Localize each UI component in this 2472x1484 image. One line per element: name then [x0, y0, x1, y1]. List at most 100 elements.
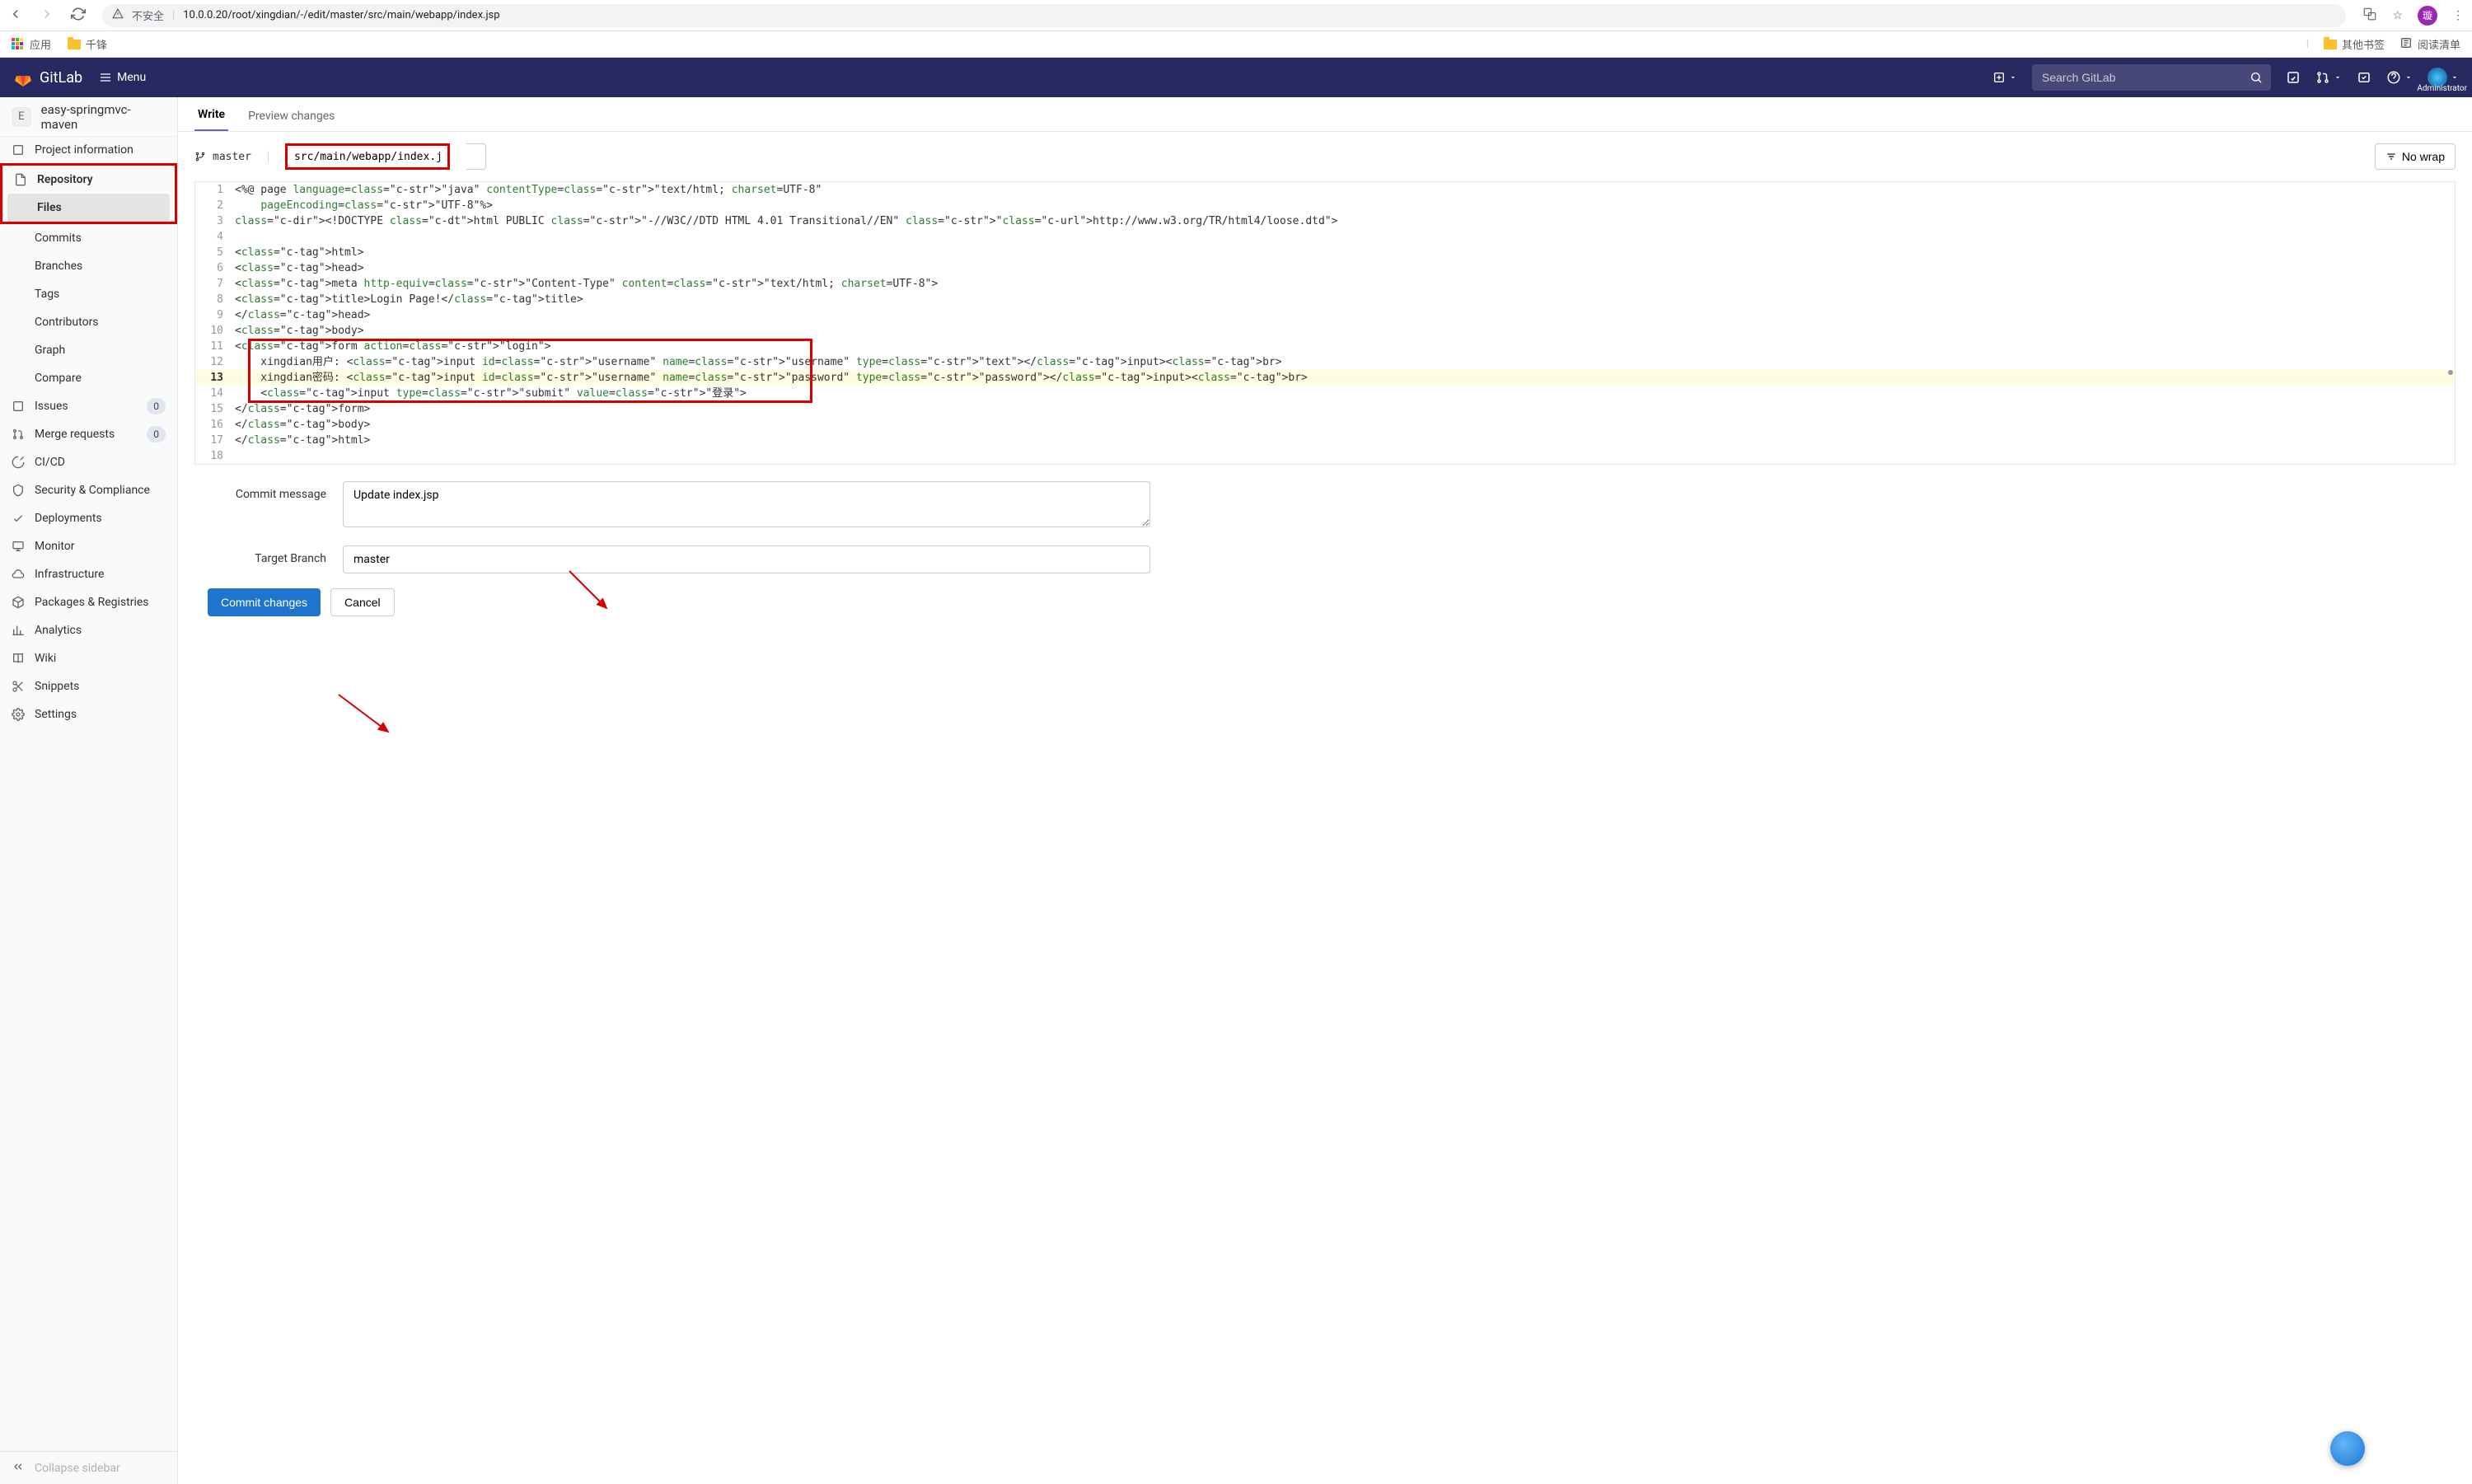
back-icon[interactable] — [8, 7, 23, 25]
target-branch-input[interactable] — [343, 545, 1150, 573]
sidebar-label: Branches — [35, 260, 82, 273]
tab-write[interactable]: Write — [194, 108, 228, 131]
tab-preview[interactable]: Preview changes — [245, 110, 338, 131]
sidebar-item-issues[interactable]: Issues 0 — [0, 392, 177, 420]
sidebar-item-monitor[interactable]: Monitor — [0, 532, 177, 560]
code-line[interactable]: 1<%@ page language=class="c-str">"java" … — [195, 182, 2455, 198]
commit-message-label: Commit message — [194, 481, 343, 501]
commit-message-input[interactable] — [343, 481, 1150, 527]
user-menu[interactable]: Administrator — [2428, 68, 2459, 87]
sidebar-item-infrastructure[interactable]: Infrastructure — [0, 560, 177, 588]
folder-icon — [68, 40, 81, 49]
rocket-icon — [12, 512, 25, 525]
project-header[interactable]: E easy-springmvc-maven — [0, 97, 177, 137]
cancel-button[interactable]: Cancel — [330, 588, 395, 616]
todos-icon[interactable] — [2357, 70, 2371, 85]
code-line[interactable]: 18 — [195, 448, 2455, 464]
gitlab-navbar: GitLab Menu Administrator — [0, 58, 2472, 97]
code-line[interactable]: 11<class="c-tag">form action=class="c-st… — [195, 339, 2455, 354]
package-icon — [12, 596, 25, 609]
info-icon — [12, 143, 25, 157]
sidebar-item-security[interactable]: Security & Compliance — [0, 476, 177, 504]
star-icon[interactable]: ☆ — [2392, 9, 2403, 22]
monitor-icon — [12, 540, 25, 553]
search-box[interactable] — [2032, 64, 2271, 91]
apps-label: 应用 — [30, 36, 51, 52]
sidebar-item-settings[interactable]: Settings — [0, 700, 177, 728]
nowrap-button[interactable]: No wrap — [2375, 143, 2456, 170]
sidebar-item-wiki[interactable]: Wiki — [0, 644, 177, 672]
sidebar-item-commits[interactable]: Commits — [0, 224, 177, 252]
issues-icon — [12, 400, 25, 413]
sidebar-label: Compare — [35, 372, 82, 385]
merge-requests-icon[interactable] — [2315, 70, 2342, 85]
issues-icon[interactable] — [2286, 70, 2301, 85]
nowrap-label: No wrap — [2402, 150, 2445, 163]
sidebar-item-project-info[interactable]: Project information — [0, 137, 177, 163]
forward-icon[interactable] — [40, 7, 54, 25]
other-bookmarks[interactable]: 其他书签 — [2324, 36, 2385, 52]
profile-avatar[interactable]: 璇 — [2418, 6, 2437, 26]
search-input[interactable] — [2032, 64, 2271, 91]
reading-list[interactable]: 阅读清单 — [2399, 36, 2460, 53]
code-line[interactable]: 10<class="c-tag">body> — [195, 323, 2455, 339]
apps-shortcut[interactable]: 应用 — [12, 36, 51, 52]
sidebar-item-graph[interactable]: Graph — [0, 336, 177, 364]
commit-changes-button[interactable]: Commit changes — [208, 588, 321, 616]
sidebar-label: Monitor — [35, 540, 75, 553]
editor-scrollbar[interactable] — [2446, 182, 2455, 396]
gitlab-logo[interactable]: GitLab — [13, 68, 82, 87]
sidebar-item-packages[interactable]: Packages & Registries — [0, 588, 177, 616]
collapse-sidebar[interactable]: Collapse sidebar — [0, 1451, 177, 1484]
code-line[interactable]: 17</class="c-tag">html> — [195, 433, 2455, 448]
template-dropdown[interactable] — [466, 143, 486, 170]
filepath-input[interactable] — [285, 143, 450, 170]
sidebar-item-repository[interactable]: Repository — [2, 166, 175, 194]
kebab-menu-icon[interactable]: ⋮ — [2452, 9, 2464, 22]
brand-text: GitLab — [40, 69, 82, 87]
code-line[interactable]: 16</class="c-tag">body> — [195, 417, 2455, 433]
browser-right-icons: ☆ 璇 ⋮ — [2362, 6, 2464, 26]
cloud-icon — [12, 568, 25, 581]
sidebar-item-cicd[interactable]: CI/CD — [0, 448, 177, 476]
sidebar: E easy-springmvc-maven Project informati… — [0, 97, 178, 1484]
menu-button[interactable]: Menu — [99, 71, 146, 84]
code-line[interactable]: 14 <class="c-tag">input type=class="c-st… — [195, 386, 2455, 401]
sidebar-label: Tags — [35, 288, 59, 301]
sidebar-item-deployments[interactable]: Deployments — [0, 504, 177, 532]
sidebar-item-analytics[interactable]: Analytics — [0, 616, 177, 644]
code-line[interactable]: 13 xingdian密码: <class="c-tag">input id=c… — [195, 370, 2455, 386]
sidebar-item-compare[interactable]: Compare — [0, 364, 177, 392]
editor-toolbar: master No wrap — [178, 132, 2472, 181]
code-line[interactable]: 2 pageEncoding=class="c-str">"UTF-8"%> — [195, 198, 2455, 213]
code-line[interactable]: 12 xingdian用户: <class="c-tag">input id=c… — [195, 354, 2455, 370]
url-text: 10.0.0.20/root/xingdian/-/edit/master/sr… — [183, 9, 499, 21]
sidebar-item-branches[interactable]: Branches — [0, 252, 177, 280]
code-line[interactable]: 3class="c-dir"><!DOCTYPE class="c-dt">ht… — [195, 213, 2455, 229]
plus-dropdown[interactable] — [1992, 71, 2017, 84]
code-line[interactable]: 15</class="c-tag">form> — [195, 401, 2455, 417]
browser-chrome: 不安全 | 10.0.0.20/root/xingdian/-/edit/mas… — [0, 0, 2472, 31]
editor-tabs: Write Preview changes — [178, 97, 2472, 132]
sidebar-item-tags[interactable]: Tags — [0, 280, 177, 308]
sidebar-item-contributors[interactable]: Contributors — [0, 308, 177, 336]
code-editor[interactable]: 1<%@ page language=class="c-str">"java" … — [194, 181, 2456, 465]
floating-action-button[interactable] — [2330, 1431, 2365, 1466]
sidebar-item-merge[interactable]: Merge requests 0 — [0, 420, 177, 448]
code-line[interactable]: 4 — [195, 229, 2455, 245]
address-bar[interactable]: 不安全 | 10.0.0.20/root/xingdian/-/edit/mas… — [102, 4, 2346, 27]
sidebar-item-files[interactable]: Files — [7, 194, 170, 222]
reload-icon[interactable] — [71, 7, 86, 25]
sidebar-item-snippets[interactable]: Snippets — [0, 672, 177, 700]
book-icon — [12, 652, 25, 665]
translate-icon[interactable] — [2362, 7, 2377, 25]
code-line[interactable]: 8<class="c-tag">title>Login Page!</class… — [195, 292, 2455, 307]
code-line[interactable]: 7<class="c-tag">meta http-equiv=class="c… — [195, 276, 2455, 292]
code-line[interactable]: 5<class="c-tag">html> — [195, 245, 2455, 260]
code-line[interactable]: 9</class="c-tag">head> — [195, 307, 2455, 323]
code-line[interactable]: 6<class="c-tag">head> — [195, 260, 2455, 276]
bookmark-folder-qf[interactable]: 千锋 — [68, 36, 107, 52]
bookmark-label: 千锋 — [86, 36, 107, 52]
help-icon[interactable] — [2386, 70, 2413, 85]
branch-selector[interactable]: master — [194, 151, 269, 163]
